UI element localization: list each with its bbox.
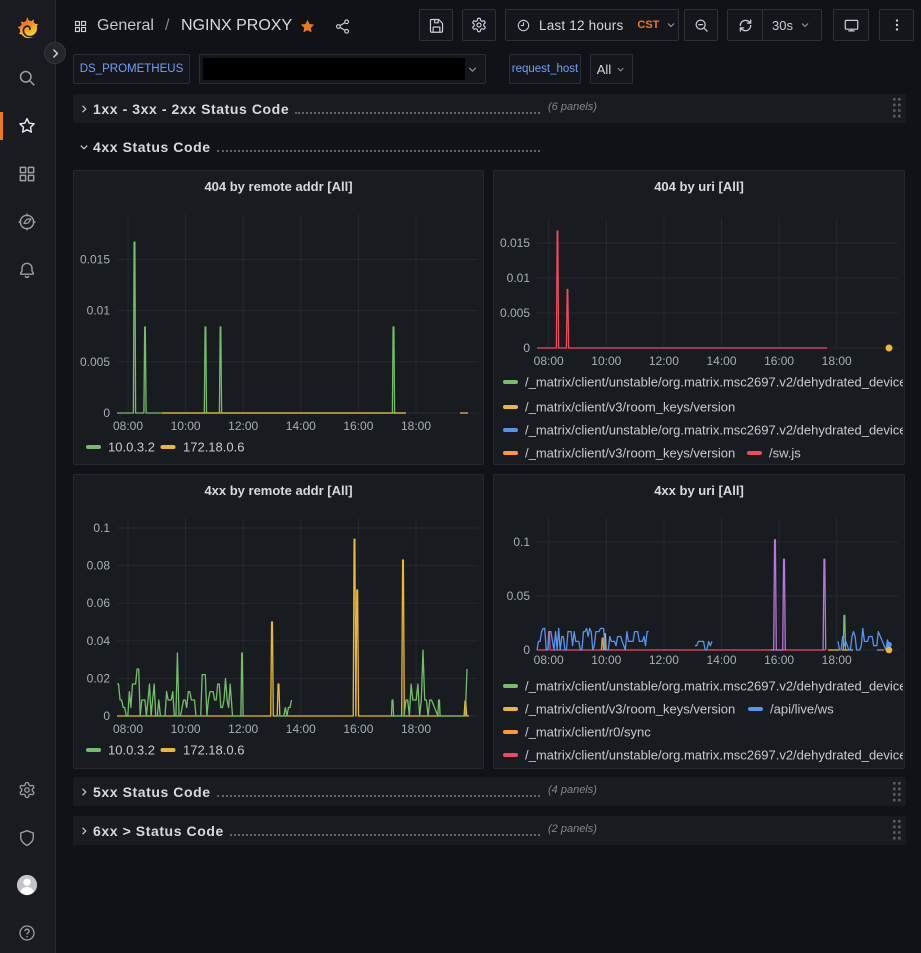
svg-text:0.02: 0.02 [87, 671, 111, 685]
svg-text:0.08: 0.08 [87, 559, 111, 573]
svg-text:/_matrix/client/unstable/org.m: /_matrix/client/unstable/org.matrix.msc2… [525, 375, 903, 390]
svg-text:12:00: 12:00 [649, 354, 679, 368]
svg-text:/_matrix/client/r0/sync: /_matrix/client/r0/sync [525, 725, 651, 740]
svg-text:14:00: 14:00 [286, 722, 316, 736]
svg-text:/_matrix/client/v3/room_keys/v: /_matrix/client/v3/room_keys/version [525, 446, 735, 461]
svg-text:12:00: 12:00 [228, 722, 258, 736]
svg-text:0.015: 0.015 [500, 236, 530, 250]
svg-text:18:00: 18:00 [401, 722, 431, 736]
svg-text:0.005: 0.005 [500, 306, 530, 320]
svg-text:0: 0 [523, 643, 530, 657]
svg-text:08:00: 08:00 [534, 354, 564, 368]
svg-text:14:00: 14:00 [706, 653, 736, 667]
svg-text:172.18.0.6: 172.18.0.6 [183, 440, 244, 455]
svg-text:172.18.0.6: 172.18.0.6 [183, 743, 244, 758]
svg-text:10:00: 10:00 [591, 653, 621, 667]
svg-text:0: 0 [523, 341, 530, 355]
svg-text:/_matrix/client/unstable/org.m: /_matrix/client/unstable/org.matrix.msc2… [525, 423, 903, 438]
svg-text:14:00: 14:00 [706, 354, 736, 368]
svg-text:0.01: 0.01 [87, 304, 111, 318]
svg-text:10:00: 10:00 [171, 419, 201, 433]
svg-text:0.1: 0.1 [513, 535, 530, 549]
svg-text:12:00: 12:00 [649, 653, 679, 667]
svg-text:12:00: 12:00 [228, 419, 258, 433]
svg-text:/_matrix/client/v3/room_keys/v: /_matrix/client/v3/room_keys/version [525, 702, 735, 717]
svg-text:08:00: 08:00 [534, 653, 564, 667]
svg-text:0.015: 0.015 [80, 252, 110, 266]
svg-text:/_matrix/client/unstable/org.m: /_matrix/client/unstable/org.matrix.msc2… [525, 679, 903, 694]
svg-text:08:00: 08:00 [113, 419, 143, 433]
svg-text:10:00: 10:00 [171, 722, 201, 736]
svg-text:0: 0 [103, 406, 110, 420]
svg-text:0.1: 0.1 [93, 521, 110, 535]
svg-text:/_matrix/client/unstable/org.m: /_matrix/client/unstable/org.matrix.msc2… [525, 748, 903, 763]
svg-text:16:00: 16:00 [343, 419, 373, 433]
svg-text:16:00: 16:00 [764, 354, 794, 368]
svg-text:10:00: 10:00 [591, 354, 621, 368]
svg-text:16:00: 16:00 [343, 722, 373, 736]
svg-text:10.0.3.2: 10.0.3.2 [108, 440, 155, 455]
svg-text:18:00: 18:00 [822, 354, 852, 368]
svg-text:0.005: 0.005 [80, 355, 110, 369]
svg-text:14:00: 14:00 [286, 419, 316, 433]
svg-text:/_matrix/client/v3/room_keys/v: /_matrix/client/v3/room_keys/version [525, 400, 735, 415]
svg-text:0: 0 [103, 709, 110, 723]
svg-text:08:00: 08:00 [113, 722, 143, 736]
svg-text:18:00: 18:00 [822, 653, 852, 667]
svg-text:18:00: 18:00 [401, 419, 431, 433]
svg-text:/api/live/ws: /api/live/ws [770, 702, 834, 717]
svg-text:0.01: 0.01 [507, 271, 531, 285]
svg-text:0.04: 0.04 [87, 634, 111, 648]
svg-text:16:00: 16:00 [764, 653, 794, 667]
svg-text:10.0.3.2: 10.0.3.2 [108, 743, 155, 758]
svg-text:/sw.js: /sw.js [769, 446, 801, 461]
svg-text:0.05: 0.05 [507, 589, 531, 603]
svg-text:0.06: 0.06 [87, 596, 111, 610]
